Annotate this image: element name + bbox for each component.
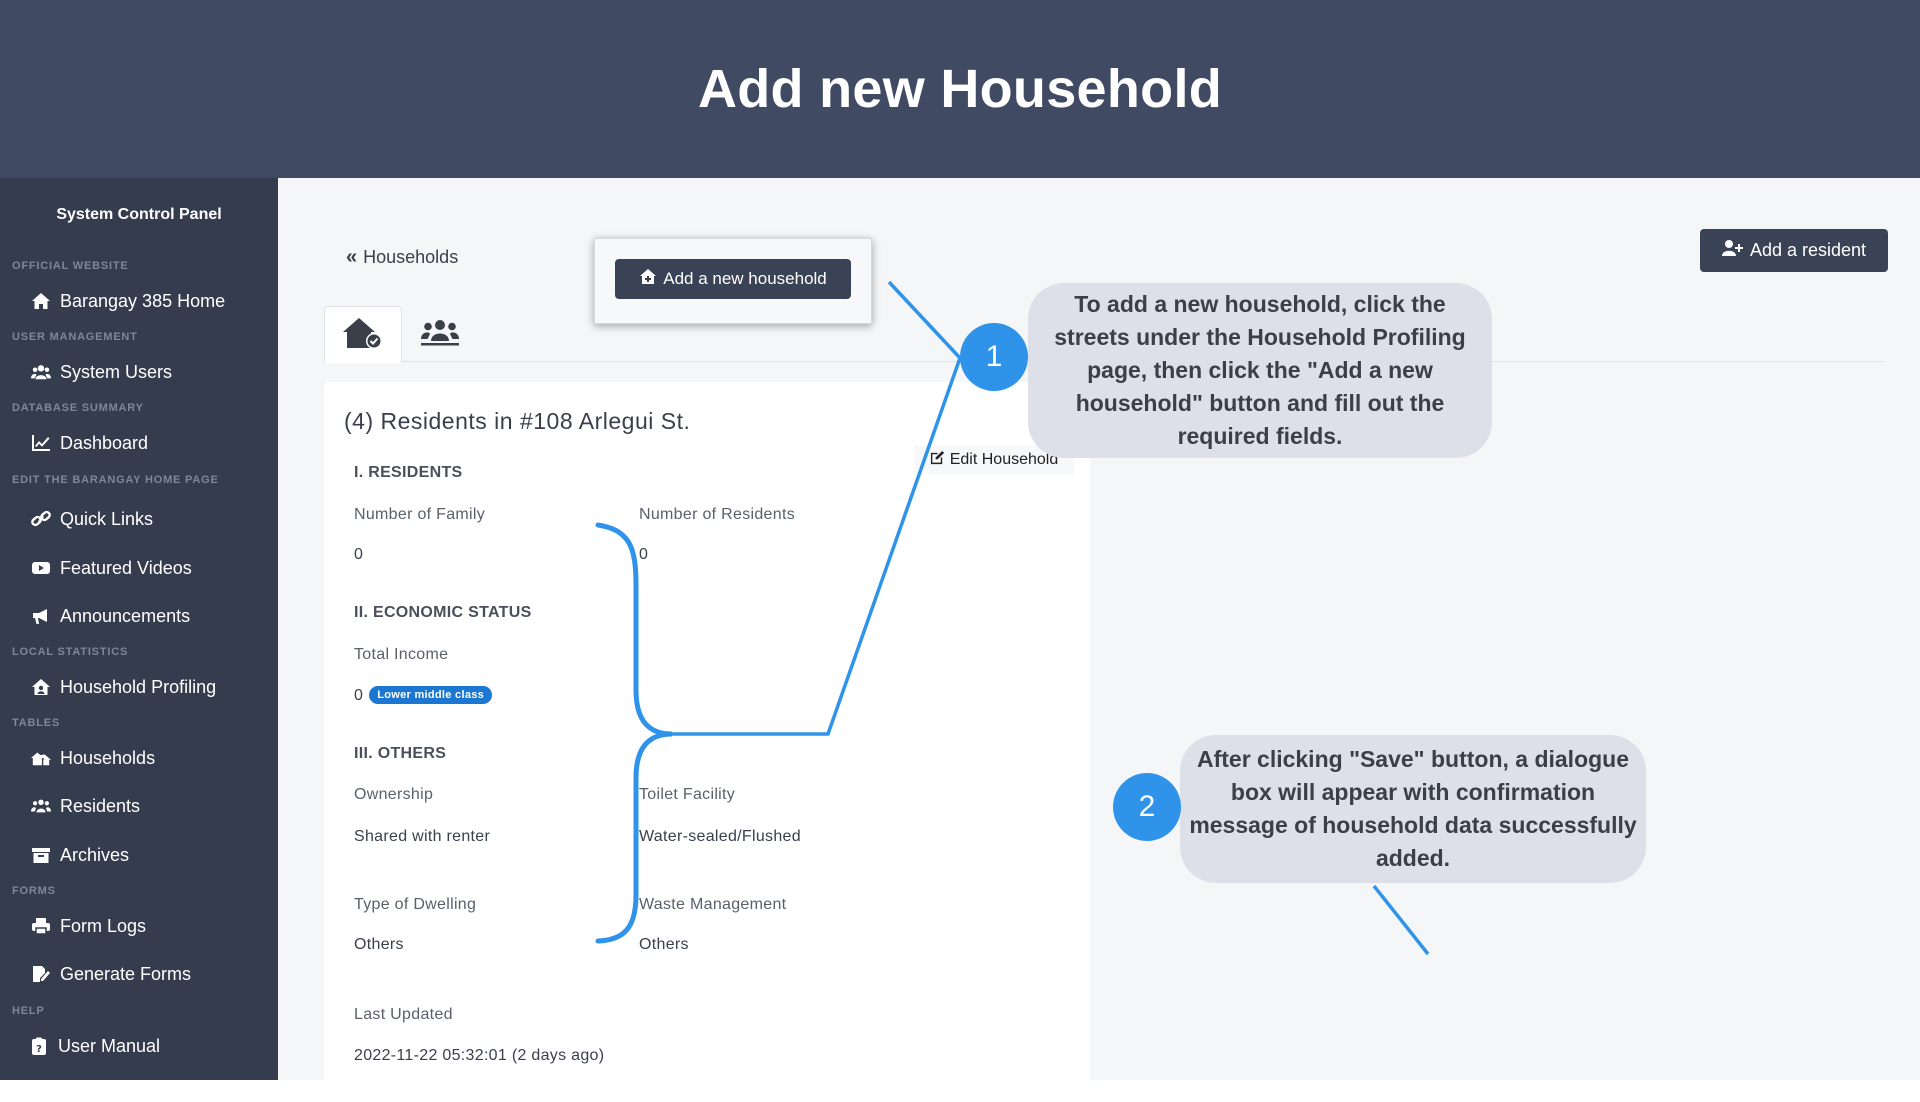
sidebar-section-local-statistics: LOCAL STATISTICS	[12, 646, 129, 658]
people-group-icon	[30, 796, 52, 816]
users-icon	[30, 362, 52, 382]
add-household-button[interactable]: Add a new household	[615, 259, 851, 299]
number-of-residents-label: Number of Residents	[639, 506, 795, 523]
toilet-facility-value: Water-sealed/Flushed	[639, 828, 801, 845]
ownership-value: Shared with renter	[354, 828, 491, 845]
type-of-dwelling-label: Type of Dwelling	[354, 896, 477, 913]
people-group-icon	[420, 317, 460, 352]
step2-callout: After clicking "Save" button, a dialogue…	[1180, 735, 1646, 883]
home-icon	[30, 291, 52, 311]
step2-badge: 2	[1113, 773, 1181, 841]
tab-household-info[interactable]	[324, 306, 402, 363]
sidebar-section-forms: FORMS	[12, 885, 56, 897]
economic-status-heading: II. ECONOMIC STATUS	[354, 604, 532, 621]
sidebar-section-tables: TABLES	[12, 717, 60, 729]
sidebar-item-dashboard[interactable]: Dashboard	[30, 428, 270, 458]
step1-number: 1	[985, 340, 1003, 373]
page-title: Add new Household	[697, 59, 1223, 119]
back-link-label: Households	[363, 247, 459, 267]
household-details-card: (4) Residents in #108 Arlegui St. Edit H…	[324, 382, 1090, 1102]
residents-heading: I. RESIDENTS	[354, 464, 463, 481]
sidebar-item-label: Dashboard	[60, 432, 149, 453]
sidebar-item-label: Announcements	[60, 605, 191, 626]
house-user-icon	[30, 677, 52, 697]
sidebar-item-label: Featured Videos	[60, 557, 192, 578]
sidebar-item-residents[interactable]: Residents	[30, 791, 270, 821]
step1-badge: 1	[960, 323, 1028, 391]
sidebar-item-household-profiling[interactable]: Household Profiling	[30, 672, 270, 702]
sidebar-section-edit-home: EDIT THE BARANGAY HOME PAGE	[12, 474, 219, 486]
sidebar-item-label: Household Profiling	[60, 676, 217, 697]
sidebar-item-user-manual[interactable]: ? User Manual	[28, 1031, 268, 1061]
house-check-icon	[342, 316, 384, 355]
printer-icon	[30, 916, 52, 936]
edit-icon	[930, 450, 950, 470]
house-add-icon	[639, 268, 663, 291]
double-chevron-left-icon: «	[346, 246, 358, 268]
clipboard-question-icon: ?	[28, 1036, 50, 1056]
step2-callout-text: After clicking "Save" button, a dialogue…	[1189, 746, 1637, 871]
header-banner: Add new Household	[0, 0, 1920, 178]
houses-icon	[30, 748, 52, 768]
link-icon	[30, 509, 52, 529]
waste-management-value: Others	[639, 936, 689, 953]
back-to-households-link[interactable]: « Households	[346, 246, 458, 269]
sidebar-item-label: Quick Links	[60, 508, 154, 529]
total-income-value: 0	[354, 687, 364, 704]
megaphone-icon	[30, 606, 52, 626]
sidebar-item-label: Residents	[60, 795, 141, 816]
sidebar-item-announcements[interactable]: Announcements	[30, 601, 270, 631]
sidebar-item-form-logs[interactable]: Form Logs	[30, 911, 270, 941]
sidebar-section-user-management: USER MANAGEMENT	[12, 331, 138, 343]
number-of-family-label: Number of Family	[354, 506, 486, 523]
ownership-label: Ownership	[354, 786, 434, 803]
video-icon	[30, 558, 52, 578]
toilet-facility-label: Toilet Facility	[639, 786, 736, 803]
edit-household-label: Edit Household	[949, 451, 1059, 468]
number-of-family-value: 0	[354, 546, 364, 563]
number-of-residents-value: 0	[639, 546, 649, 563]
add-resident-label: Add a resident	[1749, 240, 1867, 260]
sidebar-item-label: Generate Forms	[60, 963, 192, 984]
sidebar-item-archives[interactable]: Archives	[30, 840, 270, 870]
sidebar-item-label: Households	[60, 747, 156, 768]
file-signature-icon	[30, 964, 52, 984]
sidebar-item-generate-forms[interactable]: Generate Forms	[30, 959, 270, 989]
svg-text:?: ?	[36, 1044, 42, 1055]
sidebar-item-featured-videos[interactable]: Featured Videos	[30, 553, 270, 583]
add-resident-button[interactable]: Add a resident	[1700, 229, 1888, 272]
line-chart-icon	[30, 433, 52, 453]
waste-management-label: Waste Management	[639, 896, 787, 913]
tab-household-members[interactable]	[402, 306, 478, 362]
sidebar-item-label: Barangay 385 Home	[60, 290, 226, 311]
step2-number: 2	[1138, 790, 1156, 823]
household-title: (4) Residents in #108 Arlegui St.	[344, 408, 691, 434]
income-class-badge: Lower middle class	[369, 686, 493, 704]
sidebar-item-label: Form Logs	[60, 915, 147, 936]
type-of-dwelling-value: Others	[354, 936, 404, 953]
total-income-row: 0 Lower middle class	[354, 686, 493, 705]
sidebar: System Control Panel OFFICIAL WEBSITE Ba…	[0, 178, 278, 1080]
sidebar-item-system-users[interactable]: System Users	[30, 357, 270, 387]
sidebar-item-label: Archives	[60, 844, 130, 865]
others-heading: III. OTHERS	[354, 745, 447, 762]
last-updated-value: 2022-11-22 05:32:01 (2 days ago)	[354, 1047, 605, 1064]
total-income-label: Total Income	[354, 646, 449, 663]
sidebar-item-label: System Users	[60, 361, 173, 382]
sidebar-item-households[interactable]: Households	[30, 743, 270, 773]
step1-callout-text: To add a new household, click the street…	[1054, 291, 1466, 449]
last-updated-label: Last Updated	[354, 1006, 453, 1023]
sidebar-section-help: HELP	[12, 1005, 45, 1017]
sidebar-title: System Control Panel	[56, 206, 222, 223]
sidebar-item-quick-links[interactable]: Quick Links	[30, 504, 270, 534]
sidebar-item-label: User Manual	[58, 1035, 161, 1056]
sidebar-section-official-website: OFFICIAL WEBSITE	[12, 260, 129, 272]
add-household-highlight: Add a new household	[594, 238, 872, 324]
archive-box-icon	[30, 845, 52, 865]
sidebar-section-database-summary: DATABASE SUMMARY	[12, 402, 144, 414]
sidebar-item-home[interactable]: Barangay 385 Home	[30, 286, 270, 316]
step1-callout: To add a new household, click the street…	[1028, 283, 1492, 458]
add-household-label: Add a new household	[663, 269, 827, 288]
user-plus-icon	[1721, 239, 1750, 262]
